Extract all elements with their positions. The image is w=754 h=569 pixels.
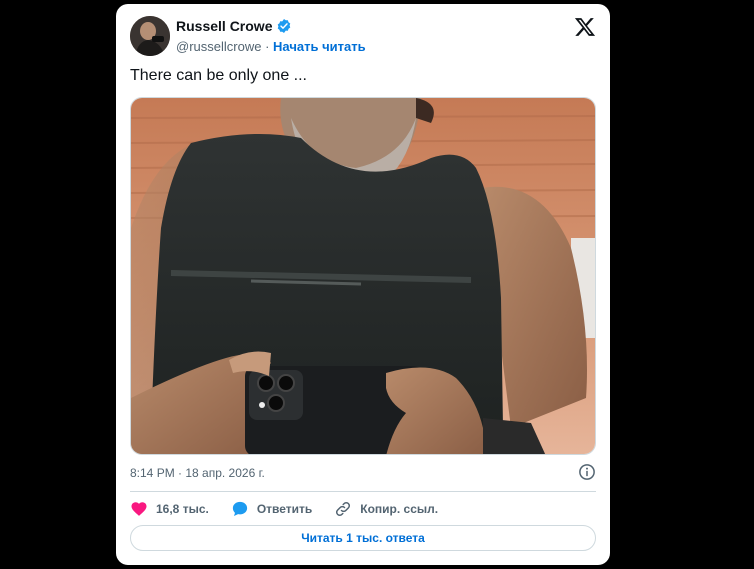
like-count: 16,8 тыс. xyxy=(156,502,209,516)
avatar[interactable] xyxy=(130,16,170,56)
author-handle[interactable]: @russellcrowe xyxy=(176,39,261,54)
like-button[interactable]: 16,8 тыс. xyxy=(130,500,209,518)
author-name-row[interactable]: Russell Crowe xyxy=(176,18,292,34)
divider xyxy=(130,491,596,492)
reply-button[interactable]: Ответить xyxy=(231,500,312,518)
heart-icon xyxy=(131,502,147,516)
verified-badge-icon xyxy=(278,19,291,33)
tweet-embed-card: Russell Crowe @russellcrowe · Начать чит… xyxy=(116,4,610,565)
copy-link-label: Копир. ссыл. xyxy=(360,502,439,516)
reply-label: Ответить xyxy=(256,502,313,516)
link-icon xyxy=(336,501,351,517)
author-name[interactable]: Russell Crowe xyxy=(176,18,272,34)
x-logo-icon[interactable] xyxy=(574,16,596,38)
tweet-timestamp[interactable]: 8:14 PM · 18 апр. 2026 г. xyxy=(130,466,265,480)
reply-bubble-icon xyxy=(232,501,247,516)
follow-button[interactable]: Начать читать xyxy=(273,39,366,54)
tweet-photo[interactable] xyxy=(130,97,596,455)
read-replies-button[interactable]: Читать 1 тыс. ответа xyxy=(130,525,596,551)
tweet-actions: 16,8 тыс. Ответить Копир. ссыл. xyxy=(130,498,460,520)
tweet-text: There can be only one ... xyxy=(130,67,307,84)
handle-separator: · xyxy=(265,39,270,54)
author-handle-row: @russellcrowe · Начать читать xyxy=(176,39,366,54)
info-icon[interactable] xyxy=(578,463,596,481)
copy-link-button[interactable]: Копир. ссыл. xyxy=(334,500,438,518)
